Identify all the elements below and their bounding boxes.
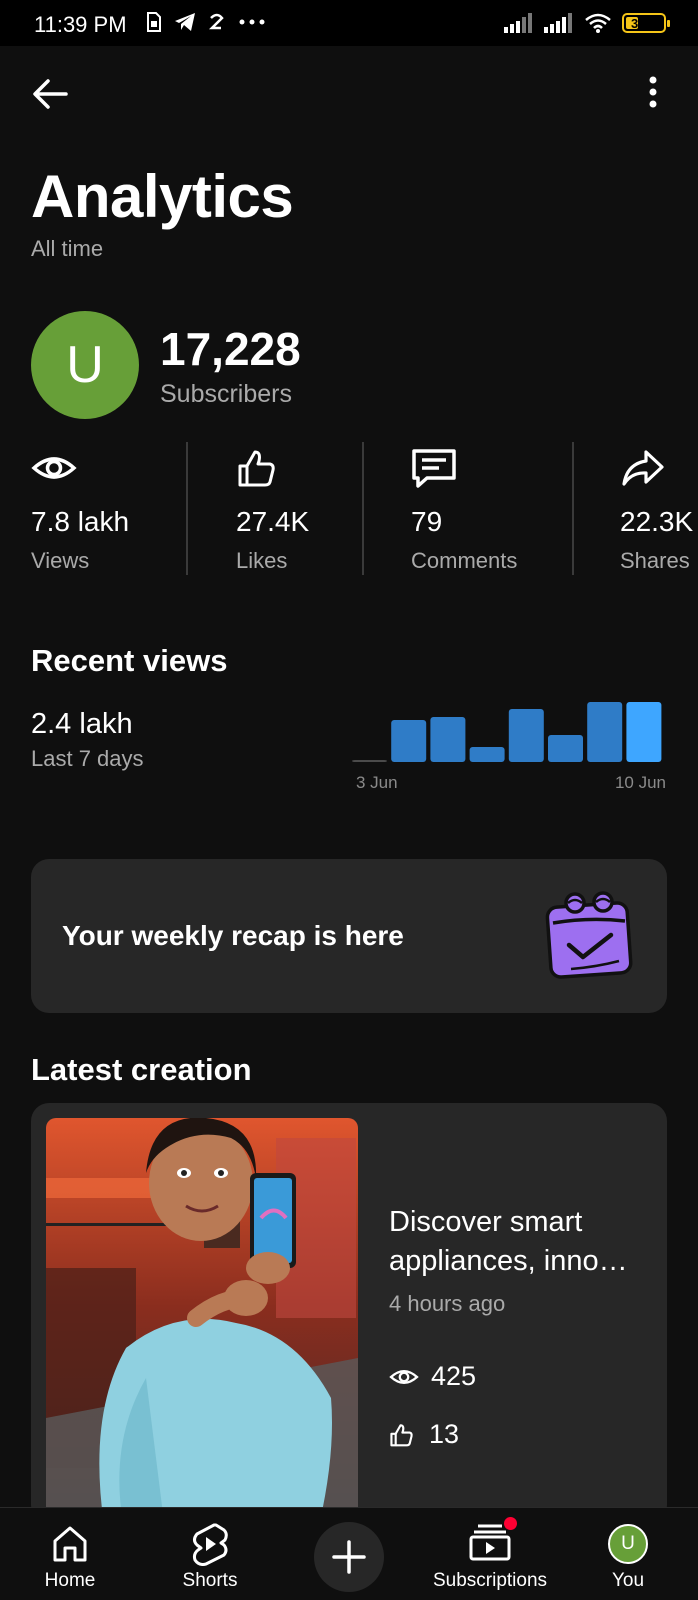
chart-bar <box>587 702 623 762</box>
bottom-navigation: Home Shorts Subscriptions U You <box>0 1507 698 1600</box>
thumbs-up-icon <box>238 450 275 487</box>
video-thumbnail-image <box>46 1118 358 1523</box>
weekly-recap-text: Your weekly recap is here <box>62 920 404 951</box>
recent-views-title: Recent views <box>31 643 228 678</box>
video-views-count: 425 <box>431 1361 477 1391</box>
stat-label: Views <box>31 548 90 573</box>
notification-dot <box>504 1516 517 1530</box>
channel-avatar[interactable]: U <box>31 311 139 419</box>
stat-value: 79 <box>411 506 443 537</box>
nav-subscriptions-label: Subscriptions <box>432 1570 548 1591</box>
top-app-bar <box>0 60 698 130</box>
more-options-button[interactable] <box>638 74 668 114</box>
status-time: 11:39 PM <box>34 12 127 37</box>
nav-subscriptions[interactable]: Subscriptions <box>425 1508 555 1600</box>
wifi-icon <box>585 13 611 33</box>
video-likes: 13 <box>389 1419 459 1450</box>
stat-divider <box>572 442 574 575</box>
nav-home-label: Home <box>44 1570 96 1591</box>
create-button[interactable] <box>314 1522 384 1592</box>
chart-bar <box>352 760 387 762</box>
subscriptions-icon <box>469 1524 511 1560</box>
signal-icon <box>504 13 532 33</box>
stat-value: 7.8 lakh <box>31 506 130 537</box>
profile-avatar: U <box>608 1524 648 1564</box>
video-title[interactable]: Discover smart appliances, inno… <box>389 1203 649 1281</box>
nav-shorts-label: Shorts <box>182 1570 238 1591</box>
recent-views-period: Last 7 days <box>31 746 144 771</box>
chart-x-tick-end: 10 Jun <box>615 773 666 790</box>
more-notifications-icon <box>239 19 265 25</box>
subscribers-label: Subscribers <box>160 380 292 408</box>
page-title: Analytics <box>31 163 294 230</box>
arrow-back-icon <box>33 79 68 109</box>
chart-x-tick-start: 3 Jun <box>356 773 398 790</box>
calendar-check-icon <box>545 891 633 979</box>
latest-creation-card[interactable]: Discover smart appliances, inno… 4 hours… <box>31 1103 667 1523</box>
stats-row: 7.8 lakh Views 27.4K Likes 79 Comments 2… <box>0 442 698 578</box>
period-label: All time <box>31 236 104 261</box>
latest-creation-title: Latest creation <box>31 1052 252 1087</box>
battery-icon: 31 <box>622 13 670 33</box>
stat-divider <box>362 442 364 575</box>
stat-divider <box>186 442 188 575</box>
nav-you[interactable]: U You <box>588 1508 668 1600</box>
video-views: 425 <box>389 1361 476 1392</box>
stat-label: Shares <box>620 548 690 573</box>
status-bar: 11:39 PM 31 <box>0 0 698 46</box>
stat-label: Comments <box>411 548 518 573</box>
back-button[interactable] <box>30 74 76 114</box>
share-icon <box>622 450 664 486</box>
nav-you-label: You <box>611 1570 645 1591</box>
thumbs-up-icon <box>390 1423 413 1446</box>
shorts-icon <box>192 1523 228 1566</box>
stat-value: 27.4K <box>236 506 310 537</box>
chart-bar <box>548 735 583 762</box>
battery-percent: 31 <box>631 15 646 31</box>
nav-home[interactable]: Home <box>30 1508 110 1600</box>
status-notification-icons <box>146 12 266 32</box>
nav-shorts[interactable]: Shorts <box>170 1508 250 1600</box>
more-vert-icon <box>649 76 657 108</box>
telegram-icon <box>175 13 195 31</box>
chart-bar <box>430 717 466 762</box>
eye-icon <box>31 457 77 479</box>
recent-views-chart[interactable]: 3 Jun 10 Jun <box>352 690 668 790</box>
chart-bar <box>508 709 544 762</box>
video-thumbnail[interactable] <box>46 1118 358 1523</box>
video-time-ago: 4 hours ago <box>389 1291 506 1316</box>
recent-views-value: 2.4 lakh <box>31 708 133 740</box>
app-notification-icon <box>208 13 224 30</box>
stat-label: Likes <box>236 548 288 573</box>
plus-icon <box>332 1540 366 1574</box>
weekly-recap-card[interactable]: Your weekly recap is here <box>31 859 667 1013</box>
home-icon <box>53 1526 87 1562</box>
comment-icon <box>412 449 456 488</box>
chart-bar <box>626 702 662 762</box>
status-system-icons: 31 <box>504 12 670 34</box>
chart-bar <box>469 747 505 762</box>
sim-card-icon <box>147 12 161 32</box>
signal-icon <box>544 13 572 33</box>
chart-bar <box>391 720 427 762</box>
subscribers-count: 17,228 <box>160 323 301 375</box>
eye-icon <box>389 1369 419 1384</box>
chart-bars <box>352 702 662 762</box>
video-likes-count: 13 <box>429 1419 460 1449</box>
stat-value: 22.3K <box>620 506 694 537</box>
